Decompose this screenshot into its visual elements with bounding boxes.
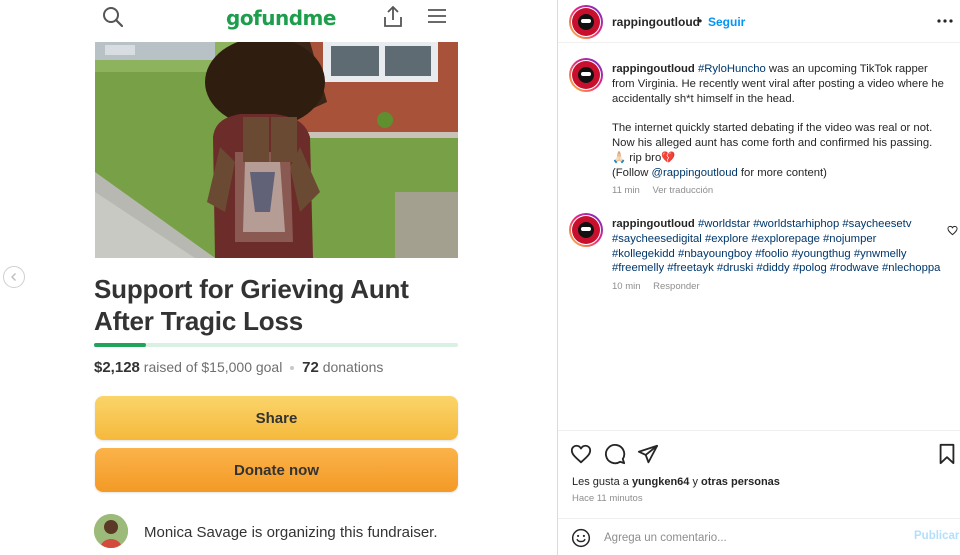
caption-meta: 11 min Ver traducción xyxy=(612,184,952,199)
other-likers-link[interactable]: otras personas xyxy=(701,476,780,488)
fundraiser-title: Support for Grieving Aunt After Tragic L… xyxy=(94,273,464,337)
share-send-icon[interactable] xyxy=(637,443,659,465)
comment-text: rappingoutloud #worldstar #worldstarhiph… xyxy=(612,217,942,276)
fundraiser-title-line2: After Tragic Loss xyxy=(94,306,303,336)
donations-count: 72 xyxy=(302,359,319,376)
caption-text-3: 🙏🏻 rip bro💔 xyxy=(612,151,676,164)
comment-meta: 10 min Responder xyxy=(612,280,942,295)
chevron-left-icon xyxy=(11,273,16,281)
author-username[interactable]: rappingoutloud xyxy=(612,15,700,29)
reply-button[interactable]: Responder xyxy=(653,281,699,292)
donations-label: donations xyxy=(322,359,384,375)
post-action-bar xyxy=(558,430,960,472)
raised-label: raised of $15,000 goal xyxy=(143,359,283,375)
author-avatar[interactable] xyxy=(569,5,603,39)
fundraiser-title-line1: Support for Grieving Aunt xyxy=(94,274,409,304)
publish-comment-button[interactable]: Publicar xyxy=(914,530,959,542)
liker-username[interactable]: yungken64 xyxy=(632,476,689,488)
likes-mid: y xyxy=(689,476,702,488)
comment-like-heart-icon[interactable] xyxy=(947,225,958,236)
comment-bubble-icon[interactable] xyxy=(604,443,626,465)
gofundme-header: gofundme xyxy=(92,0,464,40)
likes-summary: Les gusta a yungken64 y otras personas xyxy=(572,476,780,488)
caption-text-4-pre: (Follow xyxy=(612,166,652,179)
add-comment-bar: Publicar xyxy=(558,518,960,555)
see-translation-button[interactable]: Ver traducción xyxy=(652,185,713,196)
comment-input[interactable] xyxy=(604,528,904,548)
fundraiser-stats: $2,128 raised of $15,000 goal 72 donatio… xyxy=(94,359,383,376)
caption-body: rappingoutloud #RyloHuncho was an upcomi… xyxy=(612,62,952,199)
caption-paragraph-4: (Follow @rappingoutloud for more content… xyxy=(612,166,952,181)
caption-text-4-post: for more content) xyxy=(737,166,827,179)
like-heart-icon[interactable] xyxy=(570,443,592,465)
organizer-text: Monica Savage is organizing this fundrai… xyxy=(144,524,438,541)
emoji-smiley-icon[interactable] xyxy=(571,528,591,548)
likes-prefix: Les gusta a xyxy=(572,476,632,488)
organizer-row: Monica Savage is organizing this fundrai… xyxy=(92,510,464,555)
post-details-pane: rappingoutloud • Seguir rappingoutloud #… xyxy=(557,0,960,555)
comment-username[interactable]: rappingoutloud xyxy=(612,218,695,230)
post-timestamp: Hace 11 minutos xyxy=(572,493,643,504)
caption-paragraph-1: rappingoutloud #RyloHuncho was an upcomi… xyxy=(612,62,952,106)
header-separator: • xyxy=(698,14,703,28)
caption-avatar[interactable] xyxy=(569,58,603,92)
caption-time: 11 min xyxy=(612,185,640,197)
gofundme-share-button: Share xyxy=(95,396,458,440)
caption-text-2: The internet quickly started debating if… xyxy=(612,122,933,149)
stats-separator-dot xyxy=(290,366,295,371)
organizer-avatar xyxy=(94,514,128,548)
comment-time: 10 min xyxy=(612,281,641,293)
hamburger-menu-icon xyxy=(428,9,446,23)
caption-mention[interactable]: @rappingoutloud xyxy=(652,167,738,179)
comment-body: rappingoutloud #worldstar #worldstarhiph… xyxy=(612,217,942,295)
gofundme-donate-button: Donate now xyxy=(95,448,458,492)
fundraiser-progress-fill xyxy=(94,343,146,347)
raised-amount: $2,128 xyxy=(94,359,140,376)
post-header: rappingoutloud • Seguir xyxy=(558,0,960,43)
post-media-pane: gofundme Support for Grieving Aunt After… xyxy=(0,0,557,555)
fundraiser-photo xyxy=(95,42,458,258)
search-icon xyxy=(103,7,124,28)
save-bookmark-icon[interactable] xyxy=(936,443,958,465)
carousel-prev-button[interactable] xyxy=(3,266,25,288)
caption-username[interactable]: rappingoutloud xyxy=(612,63,695,75)
fundraiser-progress-bar xyxy=(94,343,458,347)
more-options-icon[interactable] xyxy=(936,12,954,30)
comment-avatar[interactable] xyxy=(569,213,603,247)
upload-share-icon xyxy=(384,5,402,27)
caption-hashtag[interactable]: #RyloHuncho xyxy=(698,63,766,75)
follow-button[interactable]: Seguir xyxy=(708,15,745,29)
gofundme-logo: gofundme xyxy=(226,6,336,30)
gofundme-screenshot: gofundme Support for Grieving Aunt After… xyxy=(92,0,464,555)
